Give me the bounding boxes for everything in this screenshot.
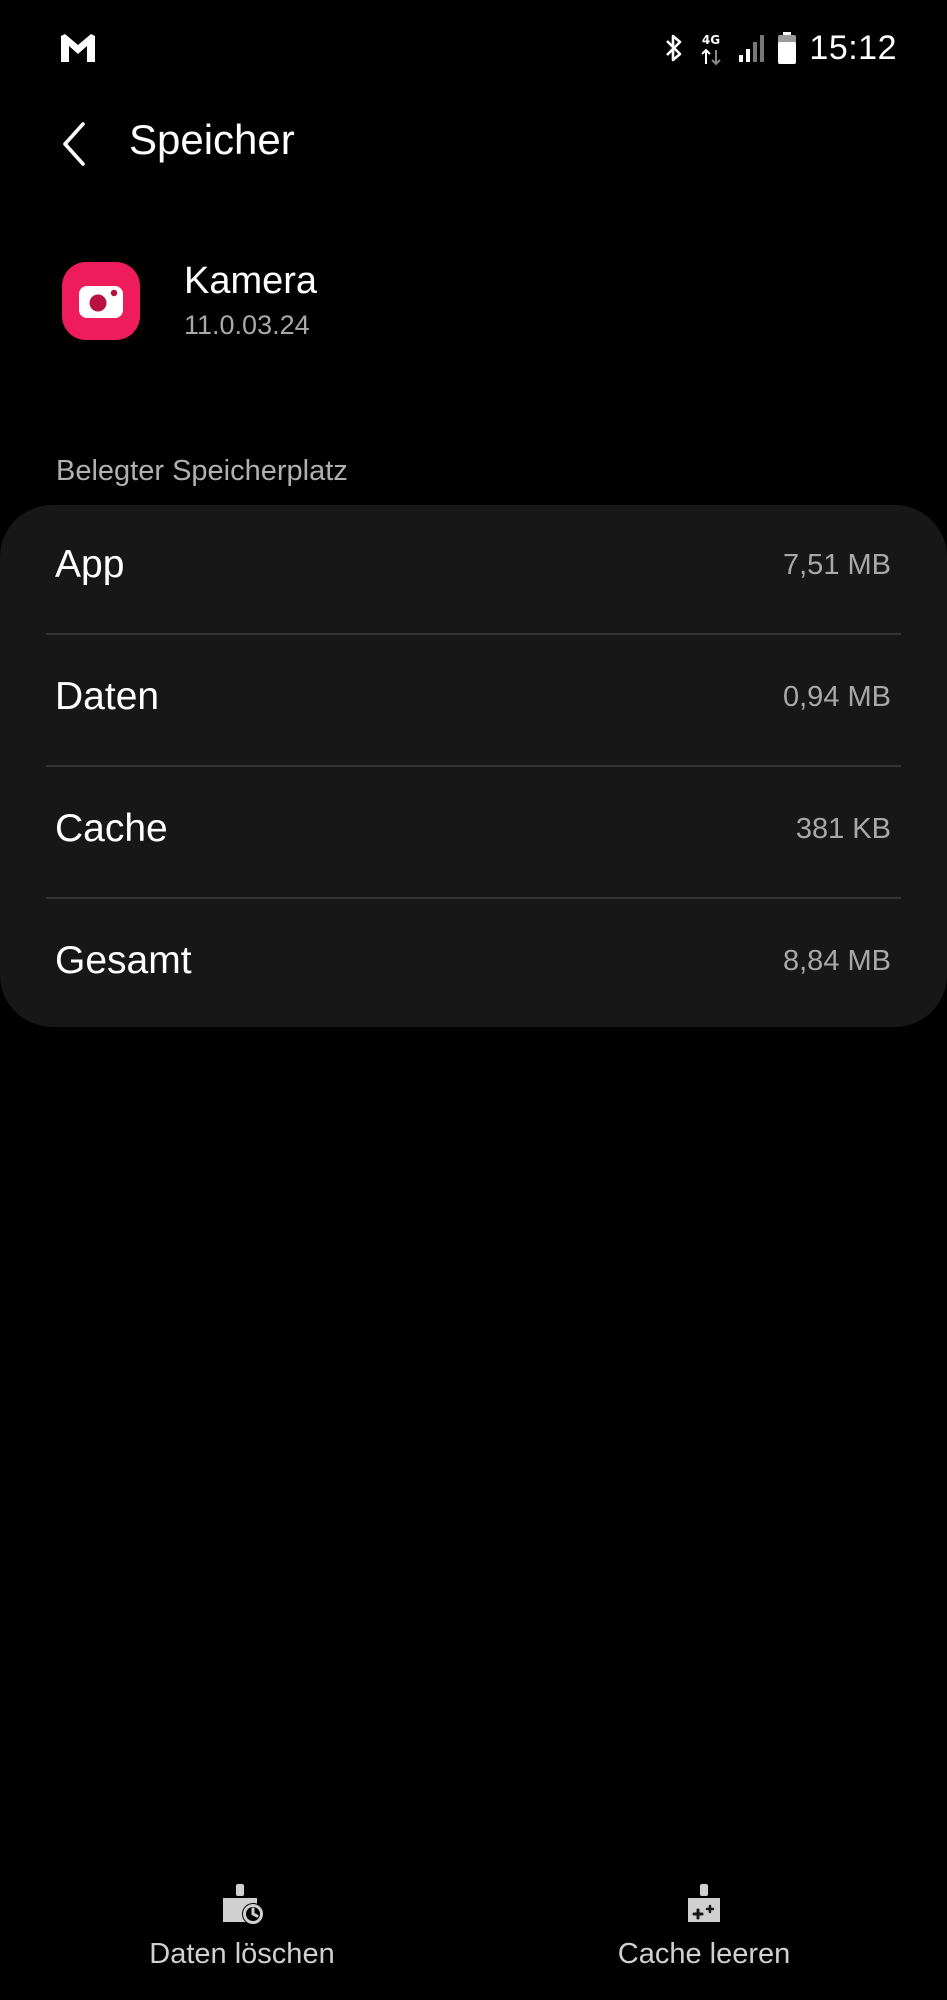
storage-row-label: Daten: [55, 675, 160, 718]
clear-data-button[interactable]: Daten löschen: [82, 1860, 402, 1990]
storage-card: App 7,51 MB Daten 0,94 MB Cache 381 KB G…: [0, 505, 947, 1027]
clear-data-broom-icon: [223, 1884, 264, 1925]
storage-row-cache: Cache 381 KB: [0, 769, 947, 901]
battery-icon: [778, 32, 797, 64]
chevron-left-icon: [63, 122, 85, 166]
divider: [46, 897, 901, 899]
camera-icon: [79, 286, 123, 318]
storage-row-label: Gesamt: [55, 939, 192, 982]
bluetooth-icon: [666, 34, 682, 62]
storage-row-label: App: [55, 543, 125, 586]
storage-row-total: Gesamt 8,84 MB: [0, 901, 947, 1027]
storage-row-data: Daten 0,94 MB: [0, 637, 947, 769]
bottom-action-bar: Daten löschen Cache leeren: [0, 1860, 947, 2000]
storage-row-value: 381 KB: [795, 813, 891, 845]
app-name: Kamera: [184, 260, 318, 302]
clear-cache-button[interactable]: Cache leeren: [544, 1860, 864, 1990]
clear-cache-label: Cache leeren: [617, 1938, 791, 1970]
status-time: 15:12: [809, 28, 897, 67]
app-version: 11.0.03.24: [184, 310, 310, 340]
storage-row-value: 0,94 MB: [783, 681, 891, 713]
storage-row-value: 7,51 MB: [783, 549, 891, 581]
camera-app-icon: [62, 262, 140, 340]
storage-row-label: Cache: [55, 807, 168, 850]
page-title: Speicher: [129, 116, 295, 163]
back-button[interactable]: [44, 114, 104, 174]
svg-text:4G: 4G: [702, 33, 720, 47]
top-app-bar: Speicher: [0, 100, 947, 190]
status-icons: 4G 15:12: [663, 22, 897, 74]
app-header: Kamera 11.0.03.24: [58, 258, 907, 348]
storage-row-app: App 7,51 MB: [0, 505, 947, 637]
clear-cache-broom-icon: [688, 1884, 720, 1922]
mobile-data-4g-icon: 4G: [701, 33, 722, 66]
storage-row-value: 8,84 MB: [783, 945, 891, 977]
divider: [46, 633, 901, 635]
clear-data-label: Daten löschen: [149, 1938, 335, 1970]
divider: [46, 765, 901, 767]
section-label: Belegter Speicherplatz: [56, 455, 348, 487]
status-bar: 4G 15:12: [0, 0, 947, 96]
signal-icon: [739, 35, 765, 62]
gmail-icon: [61, 34, 95, 62]
